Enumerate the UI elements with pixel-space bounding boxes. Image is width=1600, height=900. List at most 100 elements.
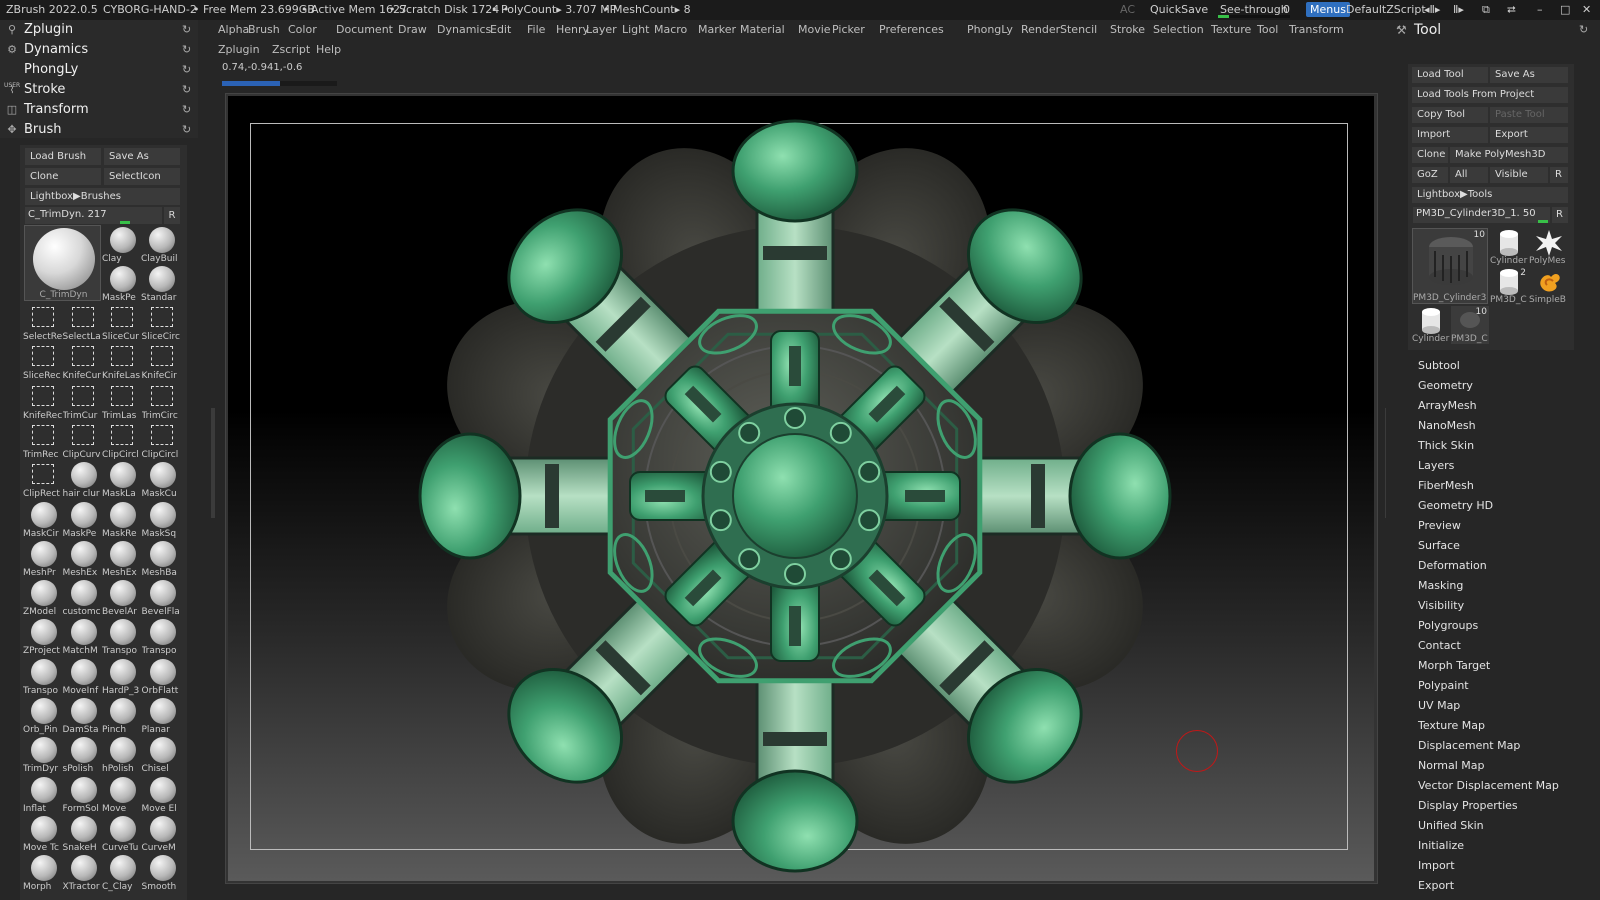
subpalette-contact[interactable]: Contact <box>1418 636 1461 656</box>
brush-thumb[interactable]: TrimDyr <box>23 735 63 775</box>
tool-thumb-pm3d-cylinder[interactable]: 10 PM3D_Cylinder3 <box>1412 228 1488 304</box>
brush-thumb[interactable]: BevelFla <box>142 578 182 618</box>
brush-thumb[interactable]: customc <box>63 578 103 618</box>
subpalette-polygroups[interactable]: Polygroups <box>1418 616 1478 636</box>
brush-thumb[interactable]: BevelAr <box>102 578 142 618</box>
subpalette-layers[interactable]: Layers <box>1418 456 1454 476</box>
brush-thumb[interactable]: SnakeH <box>63 814 103 854</box>
bottom-tray-handle[interactable] <box>745 892 855 900</box>
brush-thumb[interactable]: hair clur <box>63 460 103 500</box>
brush-thumb[interactable]: Chisel <box>142 735 182 775</box>
brush-thumb[interactable]: KnifeRec <box>23 382 63 422</box>
tool-palette-header[interactable]: ⚒ Tool ↻ <box>1386 20 1600 40</box>
menu-picker[interactable]: Picker <box>832 20 865 40</box>
menus-button[interactable]: Menus <box>1306 2 1350 17</box>
subpalette-vector-displacement-map[interactable]: Vector Displacement Map <box>1418 776 1559 796</box>
menu-help[interactable]: Help <box>316 40 341 60</box>
menu-tool[interactable]: Tool <box>1257 20 1278 40</box>
brush-thumb[interactable]: ClipCurv <box>63 421 103 461</box>
tool-thumb-cylinder[interactable]: Cylinder <box>1490 228 1528 266</box>
menu-brush[interactable]: Brush <box>248 20 280 40</box>
brush-thumb[interactable]: Clay <box>102 225 142 265</box>
brush-thumb[interactable]: ClipCircl <box>142 421 182 461</box>
menu-layer[interactable]: Layer <box>586 20 617 40</box>
brush-thumb[interactable]: MaskCir <box>23 500 63 540</box>
menu-preferences[interactable]: Preferences <box>879 20 944 40</box>
brush-thumb[interactable]: sPolish <box>63 735 103 775</box>
subpalette-masking[interactable]: Masking <box>1418 576 1463 596</box>
subpalette-geometry-hd[interactable]: Geometry HD <box>1418 496 1493 516</box>
brush-slider[interactable]: C_TrimDyn. 217 <box>25 207 162 224</box>
goz-all-button[interactable]: All <box>1450 167 1488 183</box>
brush-thumb[interactable]: MaskPe <box>63 500 103 540</box>
brush-thumb[interactable]: KnifeCur <box>63 342 103 382</box>
brush-thumb[interactable]: SliceCirc <box>142 303 182 343</box>
brush-thumb[interactable]: CurveTu <box>102 814 142 854</box>
palette-stroke[interactable]: ⌇ Stroke ↻ <box>0 80 198 100</box>
palette-zplugin[interactable]: ⚲ Zplugin ↻ <box>0 20 198 40</box>
menu-draw[interactable]: Draw <box>398 20 427 40</box>
menu-stencil[interactable]: Stencil <box>1060 20 1097 40</box>
copy-tool-button[interactable]: Copy Tool <box>1412 107 1488 123</box>
brush-thumb[interactable]: Orb_Pin <box>23 696 63 736</box>
brush-thumb[interactable]: HardP_3 <box>102 657 142 697</box>
see-through-slider[interactable] <box>1218 15 1290 18</box>
brush-thumb[interactable]: MaskSq <box>142 500 182 540</box>
brush-thumb[interactable]: TrimRec <box>23 421 63 461</box>
subpalette-morph-target[interactable]: Morph Target <box>1418 656 1490 676</box>
float-icon[interactable]: ⮂ <box>1507 0 1516 20</box>
current-brush-thumbnail[interactable]: C_TrimDyn <box>24 225 101 301</box>
refresh-icon[interactable]: ↻ <box>182 100 191 120</box>
goz-visible-button[interactable]: Visible <box>1490 167 1548 183</box>
brush-thumb[interactable]: DamSta <box>63 696 103 736</box>
brush-thumb[interactable]: ClayBuil <box>141 225 181 265</box>
subpalette-export[interactable]: Export <box>1418 876 1454 896</box>
brush-thumb[interactable]: Planar <box>142 696 182 736</box>
brush-thumb[interactable]: XTractor <box>63 853 103 893</box>
subpalette-uv-map[interactable]: UV Map <box>1418 696 1460 716</box>
subpalette-nanomesh[interactable]: NanoMesh <box>1418 416 1476 436</box>
lightbox-tools-button[interactable]: Lightbox▶Tools <box>1412 187 1568 203</box>
left-tray-handle[interactable] <box>211 408 215 518</box>
brush-thumb[interactable]: MaskPe <box>102 264 142 304</box>
brush-thumb[interactable]: OrbFlatt <box>142 657 182 697</box>
menu-alpha[interactable]: Alpha <box>218 20 249 40</box>
brush-thumb[interactable]: MaskCu <box>142 460 182 500</box>
subpalette-surface[interactable]: Surface <box>1418 536 1460 556</box>
brush-thumb[interactable]: MeshEx <box>102 539 142 579</box>
save-as-button[interactable]: Save As <box>104 148 180 165</box>
minimize-icon[interactable]: – <box>1537 0 1543 20</box>
brush-thumb[interactable]: CurveM <box>142 814 182 854</box>
quicksave-button[interactable]: QuickSave <box>1150 0 1208 20</box>
brush-thumb[interactable]: Standar <box>141 264 181 304</box>
brush-thumb[interactable]: ZProject <box>23 617 63 657</box>
refresh-icon[interactable]: ↻ <box>182 60 191 80</box>
paste-tool-button[interactable]: Paste Tool <box>1490 107 1568 123</box>
export-button[interactable]: Export <box>1490 127 1568 143</box>
default-zscript[interactable]: DefaultZScript <box>1346 0 1426 20</box>
brush-thumb[interactable]: MatchM <box>63 617 103 657</box>
menu-render[interactable]: Render <box>1021 20 1060 40</box>
document-canvas[interactable] <box>228 96 1374 881</box>
layout-icon[interactable]: ◂Ⅱ▸ <box>1424 0 1440 20</box>
subpalette-deformation[interactable]: Deformation <box>1418 556 1487 576</box>
brush-thumb[interactable]: ZModel <box>23 578 63 618</box>
subpalette-visibility[interactable]: Visibility <box>1418 596 1464 616</box>
close-icon[interactable]: ✕ <box>1582 0 1591 20</box>
brush-thumb[interactable]: FormSol <box>63 775 103 815</box>
refresh-icon[interactable]: ↻ <box>182 20 191 40</box>
brush-thumb[interactable]: Transpo <box>102 617 142 657</box>
tool-r-button[interactable]: R <box>1552 207 1568 223</box>
brush-thumb[interactable]: Move Tc <box>23 814 63 854</box>
tool-thumb-polymesh[interactable]: PolyMes <box>1529 228 1569 266</box>
brush-thumb[interactable]: KnifeCir <box>142 342 182 382</box>
brush-thumb[interactable]: TrimLas <box>102 382 142 422</box>
brush-thumb[interactable]: SelectRe <box>23 303 63 343</box>
menu-transform[interactable]: Transform <box>1289 20 1344 40</box>
brush-thumb[interactable]: MeshPr <box>23 539 63 579</box>
brush-thumb[interactable]: C_Clay <box>102 853 142 893</box>
subpalette-normal-map[interactable]: Normal Map <box>1418 756 1485 776</box>
subpalette-subtool[interactable]: Subtool <box>1418 356 1460 376</box>
brush-thumb[interactable]: Smooth <box>142 853 182 893</box>
menu-macro[interactable]: Macro <box>654 20 687 40</box>
